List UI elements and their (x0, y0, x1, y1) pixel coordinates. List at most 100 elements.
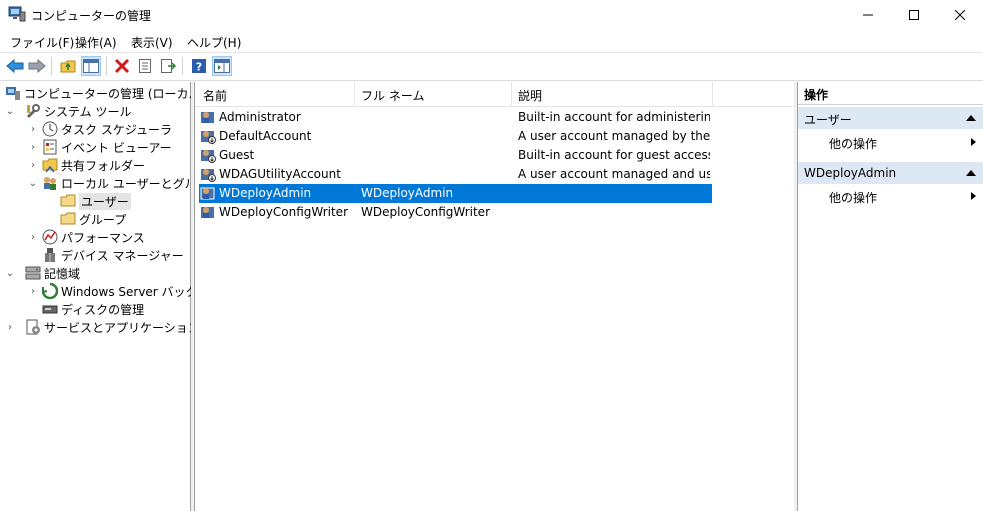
tree-label: グループ (79, 212, 127, 227)
console-tree-icon (83, 59, 99, 73)
tree-node-disk-management[interactable]: ディスクの管理 (42, 300, 144, 318)
show-hide-action-pane-button[interactable] (212, 56, 232, 76)
console-tree: コンピューターの管理 (ローカル) ⌄ システム ツール › タスク スケジュー… (0, 82, 220, 511)
column-header-name[interactable]: 名前 (203, 87, 227, 104)
tree-node-groups[interactable]: グループ (60, 210, 126, 228)
table-row[interactable]: Administrator Built-in account for admin… (199, 108, 712, 127)
table-row-selected[interactable]: WDeployAdmin WDeployAdmin (199, 184, 712, 203)
menu-view[interactable]: 表示(V) (131, 34, 173, 51)
cell-name: WDeployAdmin (219, 186, 312, 200)
close-button[interactable] (937, 0, 983, 30)
window-title: コンピューターの管理 (31, 9, 152, 23)
expand-chevron-icon[interactable]: › (28, 228, 38, 246)
clock-icon (42, 121, 58, 137)
user-icon (201, 112, 214, 123)
storage-icon (25, 266, 41, 280)
table-row[interactable]: WDAGUtilityAccount A user account manage… (199, 165, 712, 184)
tree-label: システム ツール (44, 104, 132, 119)
delete-button[interactable] (112, 56, 132, 76)
cell-name: Administrator (219, 110, 301, 124)
menu-bar: ファイル(F) 操作(A) 表示(V) ヘルプ(H) (0, 30, 983, 53)
expand-chevron-icon[interactable]: › (28, 156, 38, 174)
column-header-full-name[interactable]: フル ネーム (361, 87, 424, 104)
collapse-arrow-icon[interactable] (966, 115, 976, 121)
actions-section-selected-user[interactable]: WDeployAdmin (798, 162, 983, 184)
collapse-arrow-icon[interactable] (966, 170, 976, 176)
column-separator[interactable] (511, 82, 512, 106)
actions-pane: 操作 ユーザー 他の操作 WDeployAdmin 他の操作 (797, 82, 983, 511)
section-title: ユーザー (804, 113, 852, 127)
action-label: 他の操作 (829, 191, 878, 205)
minimize-button[interactable] (845, 0, 891, 30)
table-row[interactable]: DefaultAccount A user account managed by… (199, 127, 712, 146)
expand-chevron-icon[interactable]: › (28, 282, 38, 300)
forward-button[interactable] (27, 56, 47, 76)
table-row[interactable]: Guest Built-in account for guest access … (199, 146, 712, 165)
tree-node-performance[interactable]: › パフォーマンス (28, 228, 145, 246)
tree-node-task-scheduler[interactable]: › タスク スケジューラ (28, 120, 172, 138)
forward-arrow-icon (28, 59, 46, 73)
tree-node-system-tools[interactable]: ⌄ システム ツール (5, 102, 131, 120)
action-pane-icon (214, 59, 230, 73)
tree-node-shared-folders[interactable]: › 共有フォルダー (28, 156, 145, 174)
delete-x-icon (114, 58, 130, 74)
cell-full-name: WDeployAdmin (361, 186, 454, 200)
table-row[interactable]: WDeployConfigWriter WDeployConfigWriter (199, 203, 712, 222)
maximize-button[interactable] (891, 0, 937, 30)
column-separator[interactable] (354, 82, 355, 106)
actions-section-users[interactable]: ユーザー (798, 107, 983, 129)
toolbar-separator (51, 57, 52, 75)
actions-title: 操作 (804, 88, 829, 102)
user-list-pane: 名前 フル ネーム 説明 Administrator Built-in acco… (194, 82, 795, 511)
up-level-button[interactable] (58, 56, 78, 76)
more-actions-selected-user[interactable]: 他の操作 (798, 186, 983, 206)
minimize-icon (863, 14, 873, 16)
tree-node-services-applications[interactable]: › サービスとアプリケーション (5, 318, 200, 336)
submenu-arrow-icon (971, 138, 976, 146)
tree-node-device-manager[interactable]: デバイス マネージャー (42, 246, 184, 264)
menu-help[interactable]: ヘルプ(H) (187, 34, 241, 51)
column-separator[interactable] (712, 82, 713, 106)
back-arrow-icon (6, 59, 24, 73)
tree-node-users[interactable]: ユーザー (60, 192, 131, 210)
expand-chevron-icon[interactable]: › (28, 138, 38, 156)
actions-header: 操作 (798, 82, 983, 105)
expand-chevron-icon[interactable]: › (5, 318, 15, 336)
help-button[interactable]: ? (189, 56, 209, 76)
cell-description: A user account managed by the s... (518, 129, 710, 143)
menu-action[interactable]: 操作(A) (75, 34, 117, 51)
menu-file[interactable]: ファイル(F) (10, 34, 74, 51)
toolbar-separator (106, 57, 107, 75)
tree-node-storage[interactable]: ⌄ 記憶域 (5, 264, 80, 282)
device-manager-icon (45, 248, 55, 262)
close-icon (955, 10, 965, 20)
action-label: 他の操作 (829, 137, 878, 151)
collapse-chevron-icon[interactable]: ⌄ (5, 264, 15, 282)
tree-node-event-viewer[interactable]: › イベント ビューアー (28, 138, 172, 156)
collapse-chevron-icon[interactable]: ⌄ (5, 102, 15, 120)
cell-description: Built-in account for guest access t... (518, 148, 710, 162)
tree-label: コンピューターの管理 (ローカル) (24, 86, 206, 101)
properties-button[interactable] (135, 56, 155, 76)
back-button[interactable] (5, 56, 25, 76)
show-hide-console-tree-button[interactable] (81, 56, 101, 76)
shared-folder-icon (42, 158, 58, 173)
column-header-description[interactable]: 説明 (518, 87, 542, 104)
disabled-user-icon (201, 131, 216, 144)
computer-management-icon (6, 87, 20, 100)
more-actions-users[interactable]: 他の操作 (798, 132, 983, 152)
folder-icon (60, 194, 76, 207)
tools-icon (26, 104, 40, 119)
tree-label: Windows Server バックア (61, 284, 210, 299)
tree-label: ユーザー (79, 192, 131, 210)
backup-icon (42, 283, 58, 299)
export-list-button[interactable] (158, 56, 178, 76)
tree-node-windows-server-backup[interactable]: › Windows Server バックア (28, 282, 210, 300)
folder-up-icon (60, 60, 76, 73)
expand-chevron-icon[interactable]: › (28, 120, 38, 138)
tree-node-computer-management[interactable]: コンピューターの管理 (ローカル) (5, 84, 205, 102)
disabled-user-icon (201, 150, 216, 163)
tree-label: サービスとアプリケーション (44, 320, 200, 335)
collapse-chevron-icon[interactable]: ⌄ (28, 174, 38, 192)
list-header: 名前 フル ネーム 説明 (195, 82, 794, 107)
